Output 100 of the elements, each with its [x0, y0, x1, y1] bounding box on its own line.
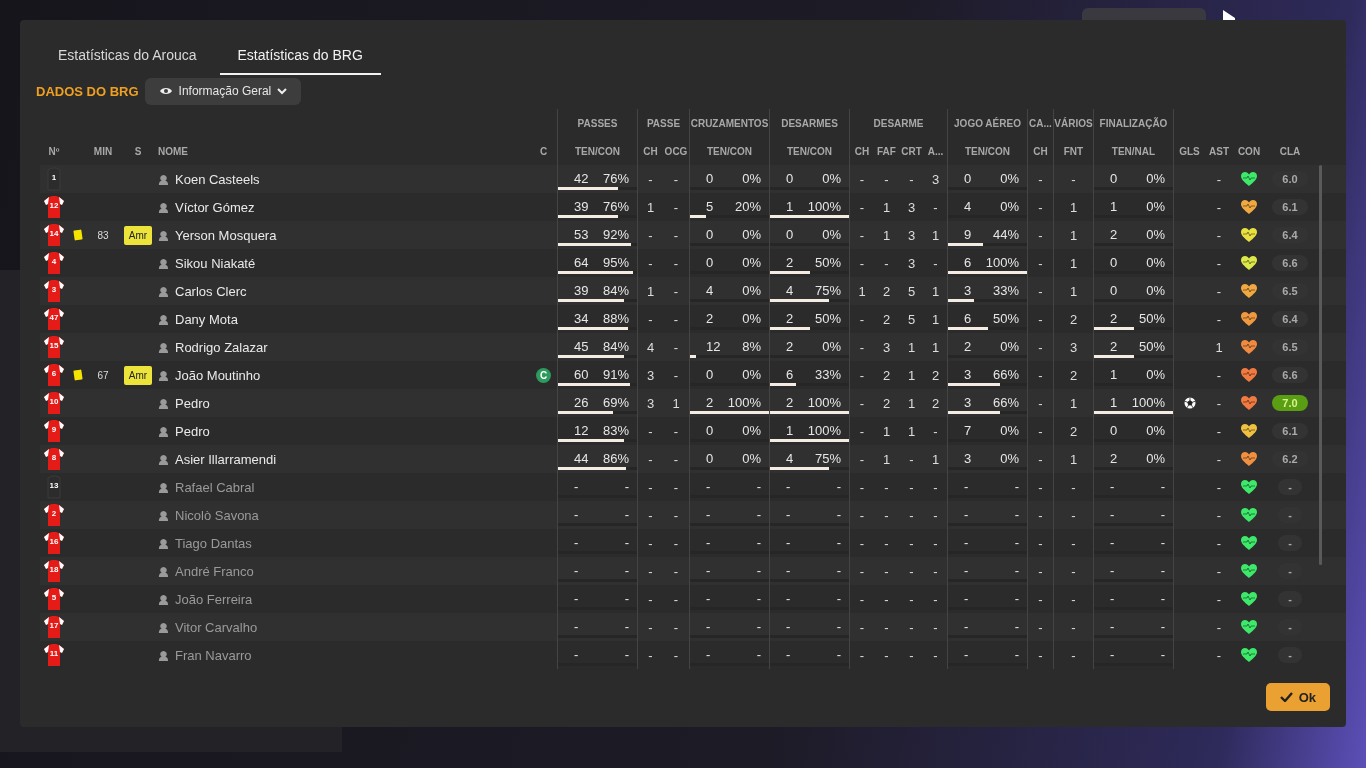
- stat-value: -: [673, 451, 679, 467]
- player-name[interactable]: Koen Casteels: [175, 171, 260, 187]
- attempts-value: 42: [574, 171, 589, 187]
- player-name[interactable]: Yerson Mosquera: [175, 227, 277, 243]
- percentage-value: 0%: [742, 283, 761, 299]
- player-name[interactable]: Fran Navarro: [175, 647, 252, 663]
- stat-value: 1: [931, 451, 940, 467]
- column-header[interactable]: CRT: [901, 145, 922, 157]
- stat-value: -: [1038, 479, 1043, 495]
- column-header[interactable]: CON: [1237, 145, 1261, 157]
- player-name[interactable]: Carlos Clerc: [175, 283, 247, 299]
- player-name[interactable]: Nicolò Savona: [175, 507, 259, 523]
- attempts-value: 2: [964, 339, 972, 355]
- player-name[interactable]: Pedro: [175, 395, 210, 411]
- attempts-value: 0: [786, 227, 794, 243]
- column-header[interactable]: FNT: [1063, 145, 1084, 157]
- stat-value: -: [1216, 367, 1222, 383]
- column-header[interactable]: TEN/NAL: [1111, 145, 1156, 157]
- attempts-value: -: [964, 563, 969, 579]
- column-header[interactable]: Nº: [48, 145, 60, 157]
- shirt-number: 3: [50, 285, 58, 294]
- column-header[interactable]: CH: [643, 145, 658, 157]
- column-header[interactable]: TEN/CON: [787, 145, 832, 157]
- column-header[interactable]: MIN: [93, 145, 113, 157]
- stat-value: -: [1216, 591, 1222, 607]
- stat-value: -: [673, 311, 679, 327]
- column-group-header: CA...: [1029, 117, 1052, 129]
- person-icon: [158, 201, 169, 213]
- ok-button[interactable]: Ok: [1265, 683, 1330, 711]
- column-header[interactable]: C: [539, 145, 548, 157]
- player-name[interactable]: Dany Mota: [175, 311, 238, 327]
- percentage-value: 100%: [727, 395, 761, 411]
- player-name[interactable]: Sikou Niakaté: [175, 255, 256, 271]
- column-group-header: DESARMES: [781, 117, 838, 129]
- column-header[interactable]: TEN/CON: [575, 145, 620, 157]
- stat-value: -: [648, 423, 653, 439]
- tab[interactable]: Estatísticas do BRG: [219, 37, 381, 75]
- scrollbar[interactable]: [1319, 165, 1322, 565]
- attempts-value: 45: [574, 339, 589, 355]
- stat-value: -: [884, 255, 889, 271]
- player-name[interactable]: Víctor Gómez: [175, 199, 255, 215]
- attempts-value: 3: [964, 451, 972, 467]
- column-header[interactable]: TEN/CON: [965, 145, 1010, 157]
- button-background[interactable]: [1082, 8, 1206, 20]
- stat-value: -: [1038, 647, 1043, 663]
- shirt-number: 13: [48, 481, 60, 490]
- column-header[interactable]: CH: [854, 145, 870, 157]
- percentage-value: 0%: [742, 171, 761, 187]
- column-header[interactable]: A...: [927, 145, 944, 157]
- player-name[interactable]: Rafael Cabral: [175, 479, 255, 495]
- percentage-value: -: [1160, 591, 1165, 607]
- stat-value: -: [933, 507, 938, 523]
- column-header[interactable]: TEN/CON: [707, 145, 752, 157]
- attempts-value: -: [706, 563, 711, 579]
- tab[interactable]: Estatísticas do Arouca: [40, 37, 215, 75]
- player-name[interactable]: Rodrigo Zalazar: [175, 339, 268, 355]
- stat-value: 2: [931, 367, 940, 383]
- stat-value: 1: [882, 227, 891, 243]
- attempts-value: -: [964, 591, 969, 607]
- stat-value: -: [648, 507, 653, 523]
- stat-value: -: [859, 563, 865, 579]
- attempts-value: -: [574, 563, 579, 579]
- stat-value: -: [648, 535, 653, 551]
- column-header[interactable]: NOME: [158, 145, 188, 157]
- player-name[interactable]: Asier Illarramendi: [175, 451, 277, 467]
- player-name[interactable]: João Ferreira: [175, 591, 253, 607]
- player-name[interactable]: Tiago Dantas: [175, 535, 252, 551]
- percentage-value: 50%: [814, 255, 841, 271]
- player-name[interactable]: Vitor Carvalho: [175, 619, 258, 635]
- player-name[interactable]: André Franco: [175, 563, 254, 579]
- column-group-header: CRUZAMENTOS: [690, 117, 769, 129]
- player-name[interactable]: Pedro: [175, 423, 210, 439]
- column-header[interactable]: CLA: [1279, 145, 1301, 157]
- stat-value: 1: [882, 451, 891, 467]
- view-dropdown[interactable]: Informação Geral: [144, 77, 302, 105]
- attempts-value: 0: [1110, 423, 1118, 439]
- column-header[interactable]: S: [134, 145, 142, 157]
- stat-value: 3: [907, 227, 916, 243]
- attempts-value: 6: [964, 311, 972, 327]
- column-header[interactable]: FAF: [877, 145, 896, 157]
- player-name[interactable]: João Moutinho: [175, 367, 261, 383]
- substitution-tag: Amr: [123, 225, 153, 245]
- percentage-value: 33%: [814, 367, 841, 383]
- column-header[interactable]: OCG: [664, 145, 688, 157]
- shirt-number: 47: [48, 313, 60, 322]
- attempts-value: 3: [964, 367, 972, 383]
- column-header[interactable]: AST: [1209, 145, 1229, 157]
- attempts-value: -: [706, 507, 711, 523]
- percentage-value: -: [836, 619, 841, 635]
- percentage-value: 66%: [992, 367, 1019, 383]
- attempts-value: -: [964, 619, 969, 635]
- shirt-number: 10: [48, 397, 60, 406]
- stat-value: 3: [1069, 339, 1078, 355]
- chevron-down-icon: [277, 87, 288, 95]
- percentage-value: 0%: [822, 339, 841, 355]
- shirt-number: 1: [50, 173, 58, 182]
- shirt-number: 14: [48, 229, 60, 238]
- column-header[interactable]: GLS: [1179, 145, 1200, 157]
- stat-value: 3: [907, 199, 916, 215]
- column-header[interactable]: CH: [1033, 145, 1048, 157]
